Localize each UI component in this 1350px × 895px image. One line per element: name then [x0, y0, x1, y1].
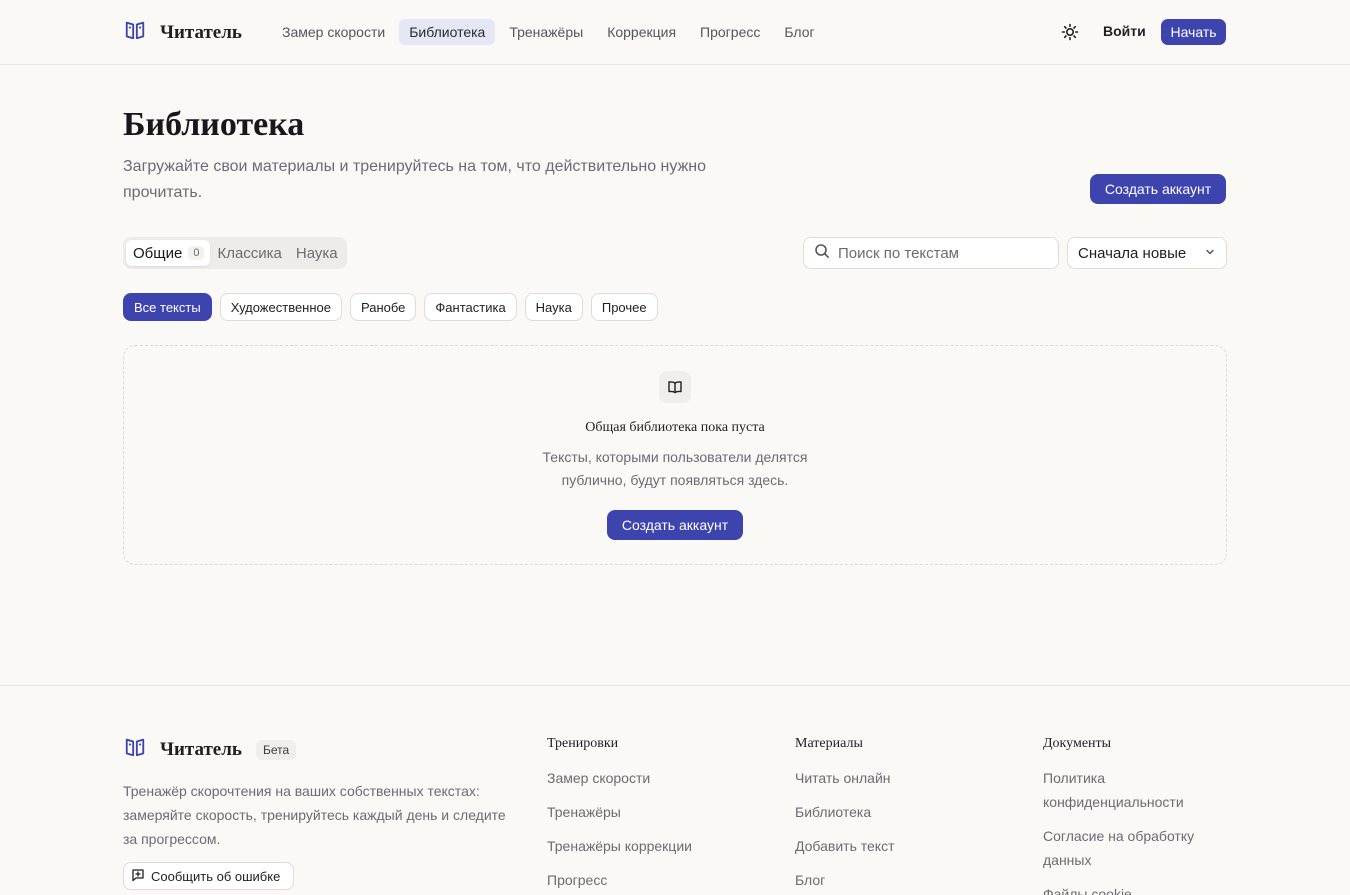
chip-science[interactable]: Наука	[524, 293, 583, 321]
sort-select[interactable]: Сначала новые	[1067, 237, 1227, 269]
chip-other[interactable]: Прочее	[590, 293, 658, 321]
top-header: Читатель Замер скорости Библиотека Трена…	[0, 0, 1350, 65]
footer-link[interactable]: Замер скорости	[547, 766, 747, 790]
tab-classics[interactable]: Классика	[210, 240, 288, 266]
logo[interactable]: Читатель	[124, 19, 242, 46]
beta-badge: Бета	[255, 739, 297, 760]
footer-link[interactable]: Тренажёры	[547, 800, 747, 824]
empty-state-text-line: публично, будут появляться здесь.	[561, 472, 789, 488]
footer-link[interactable]: Тренажёры коррекции	[547, 834, 747, 858]
footer: Читатель Бета Тренажёр скорочтения на ва…	[0, 685, 1350, 895]
tab-science[interactable]: Наука	[289, 240, 345, 266]
empty-state-text-line: Тексты, которыми пользователи делятся	[542, 449, 808, 465]
nav-item-correction[interactable]: Коррекция	[597, 19, 686, 45]
footer-link[interactable]: Добавить текст	[795, 834, 995, 858]
nav-item-trainers[interactable]: Тренажёры	[499, 19, 593, 45]
footer-column-title: Документы	[1043, 736, 1112, 751]
chevron-down-icon	[1204, 245, 1216, 262]
report-bug-button[interactable]: Сообщить об ошибке	[123, 862, 294, 890]
report-bug-label: Сообщить об ошибке	[151, 868, 281, 884]
footer-link[interactable]: Библиотека	[795, 800, 995, 824]
category-filters: Все тексты Художественное Ранобе Фантаст…	[123, 293, 658, 321]
footer-column-title: Тренировки	[547, 736, 619, 751]
nav-item-library[interactable]: Библиотека	[399, 19, 496, 45]
footer-link[interactable]: Политика конфиденциальности	[1043, 766, 1223, 814]
tab-general[interactable]: Общие 0	[126, 240, 211, 266]
book-logo-icon	[124, 19, 146, 46]
chip-ranobe[interactable]: Ранобе	[350, 293, 417, 321]
page-title: Библиотека	[123, 106, 305, 143]
create-account-button[interactable]: Создать аккаунт	[1090, 174, 1226, 204]
search-input[interactable]	[838, 244, 1048, 262]
chip-fiction[interactable]: Художественное	[219, 293, 342, 321]
footer-link[interactable]: Читать онлайн	[795, 766, 995, 790]
message-plus-icon	[131, 868, 145, 885]
chip-fantasy[interactable]: Фантастика	[424, 293, 517, 321]
footer-column-training: Тренировки Замер скорости Тренажёры Трен…	[547, 736, 747, 895]
theme-toggle-sun-icon[interactable]	[1060, 22, 1080, 42]
nav-item-blog[interactable]: Блог	[774, 19, 824, 45]
search-icon	[814, 243, 830, 264]
empty-state-panel: Общая библиотека пока пуста Тексты, кото…	[123, 345, 1227, 565]
sort-selected-value: Сначала новые	[1078, 244, 1187, 262]
logo-text: Читатель	[160, 21, 242, 43]
footer-logo[interactable]: Читатель Бета	[124, 736, 297, 763]
footer-link[interactable]: Прогресс	[547, 868, 747, 892]
footer-column-title: Материалы	[795, 736, 863, 751]
book-open-icon	[659, 371, 691, 403]
tab-label: Общие	[133, 244, 183, 262]
footer-description: Тренажёр скорочтения на ваших собственны…	[123, 783, 506, 847]
empty-state-text: Тексты, которыми пользователи делятся пу…	[124, 446, 1226, 492]
chip-all-texts[interactable]: Все тексты	[123, 293, 212, 321]
search-box	[803, 237, 1059, 269]
login-link[interactable]: Войти	[1103, 23, 1146, 39]
nav-item-progress[interactable]: Прогресс	[690, 19, 770, 45]
book-logo-icon	[124, 736, 146, 763]
footer-column-materials: Материалы Читать онлайн Библиотека Добав…	[795, 736, 995, 895]
tab-count-badge: 0	[188, 246, 205, 260]
footer-link[interactable]: Согласие на обработку данных	[1043, 824, 1223, 872]
page-subtitle: Загружайте свои материалы и тренируйтесь…	[123, 158, 707, 201]
nav-item-speed-test[interactable]: Замер скорости	[272, 19, 395, 45]
footer-column-documents: Документы Политика конфиденциальности Со…	[1043, 736, 1223, 895]
footer-logo-text: Читатель	[160, 738, 242, 760]
empty-create-account-button[interactable]: Создать аккаунт	[607, 510, 743, 540]
empty-state-title: Общая библиотека пока пуста	[585, 420, 765, 435]
main-nav: Замер скорости Библиотека Тренажёры Корр…	[272, 19, 825, 45]
footer-link[interactable]: Блог	[795, 868, 995, 892]
footer-link[interactable]: Файлы cookie	[1043, 882, 1223, 895]
start-button[interactable]: Начать	[1161, 19, 1226, 45]
library-tabs: Общие 0 Классика Наука	[123, 237, 347, 269]
